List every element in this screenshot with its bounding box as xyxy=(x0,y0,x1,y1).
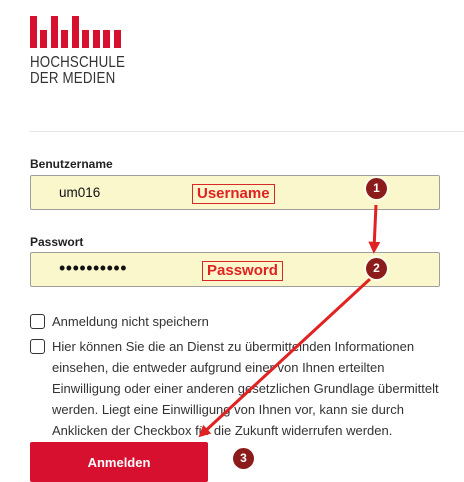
logo-line-1: HOCHSCHULE xyxy=(30,54,126,71)
password-label: Passwort xyxy=(30,235,84,249)
username-value: um016 xyxy=(59,185,101,200)
annotation-step-2: 2 xyxy=(366,258,387,279)
annotation-password-tag: Password xyxy=(202,261,283,281)
password-value: •••••••••• xyxy=(59,258,128,278)
hdm-logo-text: HOCHSCHULE DER MEDIEN xyxy=(30,55,125,86)
consent-checkbox[interactable] xyxy=(30,339,45,354)
consent-text: Hier können Sie die an Dienst zu übermit… xyxy=(52,339,439,438)
login-button[interactable]: Anmelden xyxy=(30,442,208,482)
no-save-label: Anmeldung nicht speichern xyxy=(52,314,209,329)
annotation-step-3: 3 xyxy=(233,448,254,469)
annotation-username-tag: Username xyxy=(192,184,275,204)
no-save-checkbox[interactable] xyxy=(30,314,45,329)
hdm-logo-mark xyxy=(30,16,124,48)
arrow-1-to-2 xyxy=(368,204,381,254)
username-label: Benutzername xyxy=(30,157,113,171)
logo-line-2: DER MEDIEN xyxy=(30,69,116,87)
annotation-step-1: 1 xyxy=(366,178,387,199)
divider xyxy=(30,131,464,132)
